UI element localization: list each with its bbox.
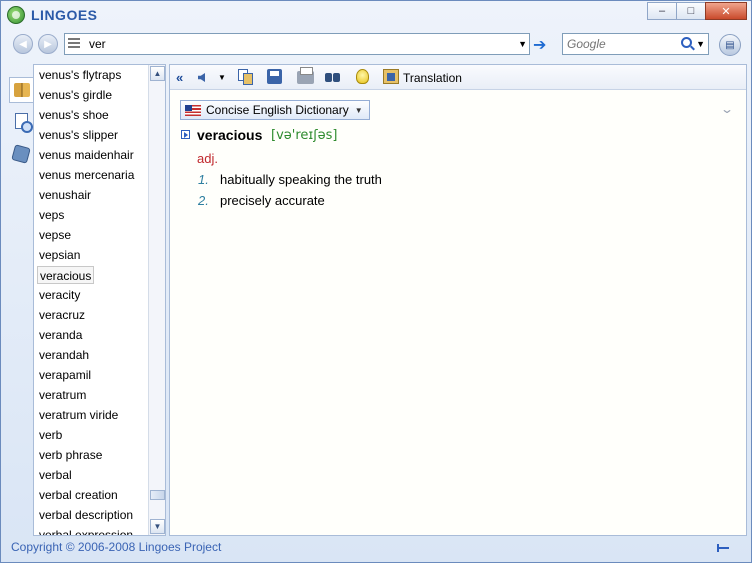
list-item[interactable]: verapamil (37, 366, 93, 384)
list-item[interactable]: veracity (37, 286, 82, 304)
scroll-up-icon[interactable]: ▲ (150, 66, 165, 81)
word-list-scrollbar[interactable]: ▲ ▼ (148, 65, 165, 535)
search-icon[interactable] (681, 37, 692, 48)
app-window: LINGOES – □ ✕ ◀ ▶ ▼ ➔ ▼ ▤ (0, 0, 752, 563)
forward-button[interactable]: ▶ (38, 34, 58, 54)
book-icon (13, 83, 30, 97)
dictionary-name: Concise English Dictionary (206, 103, 349, 117)
dictionary-dropdown-icon: ▼ (354, 105, 363, 115)
speaker-icon[interactable] (198, 69, 214, 86)
translation-icon[interactable] (383, 69, 399, 84)
list-item[interactable]: venus's flytraps (37, 66, 123, 84)
web-search-input[interactable] (567, 36, 677, 52)
back-button[interactable]: ◀ (13, 34, 33, 54)
document-search-icon (14, 113, 33, 133)
lingoes-logo-icon (7, 6, 25, 24)
word-list[interactable]: venus's flytraps venus's girdle venus's sh… (33, 64, 166, 536)
tab-text-translation[interactable] (9, 108, 33, 134)
collapse-panel-icon[interactable]: « (176, 69, 183, 86)
list-item[interactable]: veracruz (37, 306, 87, 324)
expand-entry-icon[interactable] (181, 130, 190, 139)
list-item[interactable]: vepse (37, 226, 73, 244)
part-of-speech: adj. (197, 151, 218, 166)
list-item[interactable]: verbal creation (37, 486, 120, 504)
scroll-down-icon[interactable]: ▼ (150, 519, 165, 534)
us-flag-icon (185, 104, 201, 116)
tips-icon[interactable] (356, 69, 369, 84)
dictionary-selector[interactable]: Concise English Dictionary ▼ (180, 100, 370, 120)
definition-pane: « ▼ Translation Concise English Dictiona… (169, 64, 747, 536)
list-item[interactable]: venushair (37, 186, 93, 204)
lookup-input[interactable] (89, 36, 509, 52)
list-item[interactable]: verb phrase (37, 446, 104, 464)
fold-chevron-icon[interactable]: ⌄ (720, 102, 734, 116)
copy-icon[interactable] (238, 69, 254, 85)
definition-text: precisely accurate (220, 193, 325, 208)
list-item[interactable]: veranda (37, 326, 84, 344)
list-item[interactable]: verandah (37, 346, 91, 364)
list-item[interactable]: vepsian (37, 246, 82, 264)
window-controls: – □ ✕ (647, 2, 747, 20)
list-item[interactable]: venus mercenaria (37, 166, 136, 184)
list-item[interactable]: verb (37, 426, 64, 444)
list-item[interactable]: venus's slipper (37, 126, 120, 144)
settings-icon (11, 144, 31, 164)
list-item[interactable]: veratrum (37, 386, 88, 404)
print-icon[interactable] (297, 67, 314, 84)
search-engine-dropdown-icon[interactable]: ▼ (696, 39, 705, 49)
list-item[interactable]: venus's shoe (37, 106, 111, 124)
definition-number: 1. (198, 172, 209, 187)
side-tab-strip (9, 65, 33, 535)
headword: veracious (197, 127, 263, 143)
list-item[interactable]: veracious (37, 266, 95, 284)
title-bar: LINGOES – □ ✕ (1, 1, 751, 29)
list-item[interactable]: verbal expression (37, 526, 135, 535)
list-item[interactable]: veratrum viride (37, 406, 120, 424)
tab-settings[interactable] (9, 141, 33, 167)
phonetic: [və'reɪʃəs] (271, 128, 338, 143)
tab-dictionary[interactable] (9, 77, 33, 103)
go-arrow-icon[interactable]: ➔ (533, 35, 553, 55)
app-title: LINGOES (31, 7, 98, 23)
lookup-dropdown-icon[interactable]: ▼ (518, 39, 527, 49)
translation-button[interactable]: Translation (403, 69, 462, 86)
scroll-thumb[interactable] (150, 490, 165, 500)
pin-icon[interactable] (717, 544, 729, 552)
web-search-box: ▼ (562, 33, 709, 55)
main-menu-icon[interactable]: ▤ (719, 34, 741, 56)
list-item[interactable]: venus's girdle (37, 86, 114, 104)
find-icon[interactable] (324, 69, 342, 83)
copyright-link[interactable]: Copyright © 2006-2008 Lingoes Project (11, 540, 221, 554)
list-item[interactable]: veps (37, 206, 66, 224)
close-button[interactable]: ✕ (705, 2, 747, 20)
save-icon[interactable] (267, 69, 282, 84)
lookup-box: ▼ (64, 33, 530, 55)
minimize-button[interactable]: – (647, 2, 677, 20)
definition-text: habitually speaking the truth (220, 172, 382, 187)
status-bar: Copyright © 2006-2008 Lingoes Project (1, 538, 751, 562)
content-toolbar: « ▼ Translation (170, 65, 746, 90)
speaker-dropdown-icon[interactable]: ▼ (218, 69, 226, 86)
list-icon[interactable] (68, 38, 86, 50)
definition-number: 2. (198, 193, 209, 208)
list-item[interactable]: verbal (37, 466, 74, 484)
navigation-bar: ◀ ▶ ▼ ➔ ▼ ▤ (1, 30, 751, 60)
maximize-button[interactable]: □ (676, 2, 706, 20)
list-item[interactable]: verbal description (37, 506, 135, 524)
list-item[interactable]: venus maidenhair (37, 146, 136, 164)
